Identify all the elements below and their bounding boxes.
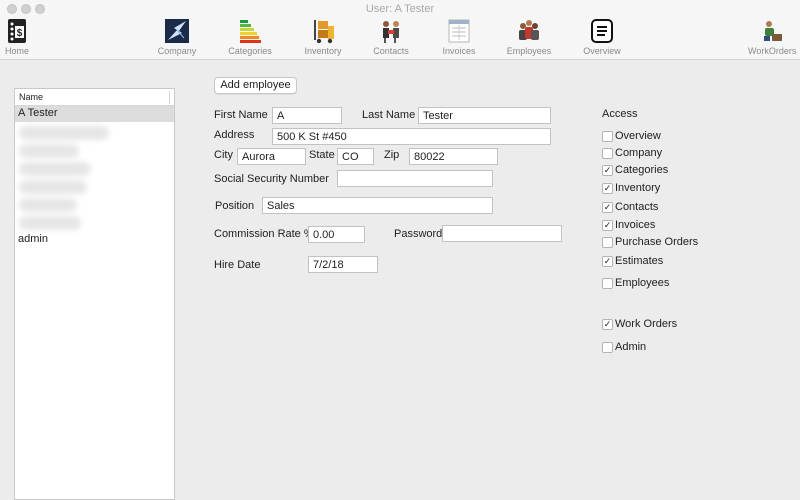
invoice-icon bbox=[448, 19, 470, 43]
blurred-list-items bbox=[15, 122, 174, 232]
state-field[interactable]: CO bbox=[337, 148, 374, 165]
checkbox-label: Contacts bbox=[615, 201, 659, 213]
checkbox-label: Company bbox=[615, 147, 663, 159]
checkbox-label: Inventory bbox=[615, 182, 661, 194]
checkbox[interactable] bbox=[602, 278, 613, 289]
toolbar-categories[interactable]: Categories bbox=[226, 18, 274, 58]
contacts-icon bbox=[383, 21, 399, 43]
employee-list[interactable]: Name A Tester admin bbox=[14, 88, 175, 500]
checkbox-label: Invoices bbox=[615, 219, 656, 231]
password-label: Password bbox=[394, 228, 443, 240]
last-name-field[interactable]: Tester bbox=[418, 107, 551, 124]
window-title: User: A Tester bbox=[365, 3, 435, 15]
password-field[interactable] bbox=[442, 225, 562, 242]
list-item[interactable]: A Tester bbox=[15, 106, 174, 122]
toolbar-label: Company bbox=[157, 46, 197, 56]
toolbar-label: Home bbox=[4, 46, 29, 56]
checkbox[interactable]: ✓ bbox=[602, 319, 613, 330]
checkbox-label: Estimates bbox=[615, 255, 664, 267]
overview-icon bbox=[591, 19, 613, 43]
svg-text:$: $ bbox=[17, 28, 23, 39]
list-item[interactable]: admin bbox=[15, 232, 174, 248]
last-name-label: Last Name bbox=[362, 109, 416, 121]
toolbar-invoices[interactable]: Invoices bbox=[440, 18, 478, 58]
ssn-label: Social Security Number bbox=[214, 173, 329, 185]
checkbox[interactable] bbox=[602, 148, 613, 159]
add-employee-button[interactable]: Add employee bbox=[214, 77, 297, 94]
employees-icon bbox=[519, 20, 539, 40]
energy-rating-icon bbox=[240, 20, 261, 43]
toolbar-inventory[interactable]: Inventory bbox=[302, 18, 344, 58]
checkbox[interactable]: ✓ bbox=[602, 256, 613, 267]
position-label: Position bbox=[215, 200, 255, 212]
first-name-label: First Name bbox=[214, 109, 268, 121]
name-column-label: Name bbox=[19, 92, 44, 102]
checkbox-label: Overview bbox=[615, 130, 661, 142]
ledger-icon: $ bbox=[8, 19, 26, 43]
state-label: State bbox=[309, 149, 335, 161]
checkbox[interactable] bbox=[602, 237, 613, 248]
checkbox[interactable]: ✓ bbox=[602, 183, 613, 194]
toolbar-label: Contacts bbox=[373, 46, 409, 56]
access-title: Access bbox=[602, 108, 638, 120]
toolbar-label: Invoices bbox=[442, 46, 476, 56]
hire-date-field[interactable]: 7/2/18 bbox=[308, 256, 378, 273]
employee-name: A Tester bbox=[18, 107, 58, 119]
city-field[interactable]: Aurora bbox=[237, 148, 306, 165]
first-name-field[interactable]: A bbox=[272, 107, 342, 124]
forklift-icon bbox=[314, 20, 334, 44]
checkbox[interactable]: ✓ bbox=[602, 165, 613, 176]
commission-rate-field[interactable]: 0.00 bbox=[308, 226, 365, 243]
commission-rate-label: Commission Rate % bbox=[214, 228, 314, 240]
toolbar-employees[interactable]: Employees bbox=[506, 18, 552, 58]
worker-icon bbox=[764, 21, 782, 41]
checkbox-label: Purchase Orders bbox=[615, 236, 699, 248]
toolbar-label: Overview bbox=[583, 46, 621, 56]
toolbar-label: Employees bbox=[506, 46, 552, 56]
checkbox-label: Admin bbox=[615, 341, 647, 353]
column-divider bbox=[169, 91, 170, 104]
checkbox-label: Work Orders bbox=[615, 318, 678, 330]
hire-date-label: Hire Date bbox=[214, 259, 261, 271]
toolbar-label: WorkOrders bbox=[748, 46, 797, 56]
employee-name: admin bbox=[18, 233, 48, 245]
checkbox-label: Categories bbox=[615, 164, 669, 176]
checkbox[interactable]: ✓ bbox=[602, 202, 613, 213]
position-field[interactable]: Sales bbox=[262, 197, 493, 214]
title-bar: User: A Tester bbox=[0, 0, 800, 18]
checkbox[interactable]: ✓ bbox=[602, 220, 613, 231]
toolbar: $ Home Company Categories Inventory Cont… bbox=[0, 18, 800, 60]
company-icon bbox=[165, 19, 189, 43]
address-label: Address bbox=[214, 129, 255, 141]
toolbar-overview[interactable]: Overview bbox=[582, 18, 622, 58]
toolbar-company[interactable]: Company bbox=[156, 18, 198, 58]
zip-field[interactable]: 80022 bbox=[409, 148, 498, 165]
zip-label: Zip bbox=[384, 149, 400, 161]
toolbar-contacts[interactable]: Contacts bbox=[370, 18, 412, 58]
city-label: City bbox=[214, 149, 233, 161]
toolbar-home[interactable]: $ Home bbox=[2, 18, 32, 58]
address-field[interactable]: 500 K St #450 bbox=[272, 128, 551, 145]
checkbox-label: Employees bbox=[615, 277, 670, 289]
checkbox[interactable] bbox=[602, 342, 613, 353]
ssn-field[interactable] bbox=[337, 170, 493, 187]
list-column-header[interactable]: Name bbox=[15, 89, 174, 106]
toolbar-label: Inventory bbox=[304, 46, 342, 56]
toolbar-label: Categories bbox=[228, 46, 272, 56]
checkbox[interactable] bbox=[602, 131, 613, 142]
toolbar-workorders[interactable]: WorkOrders bbox=[748, 18, 796, 58]
